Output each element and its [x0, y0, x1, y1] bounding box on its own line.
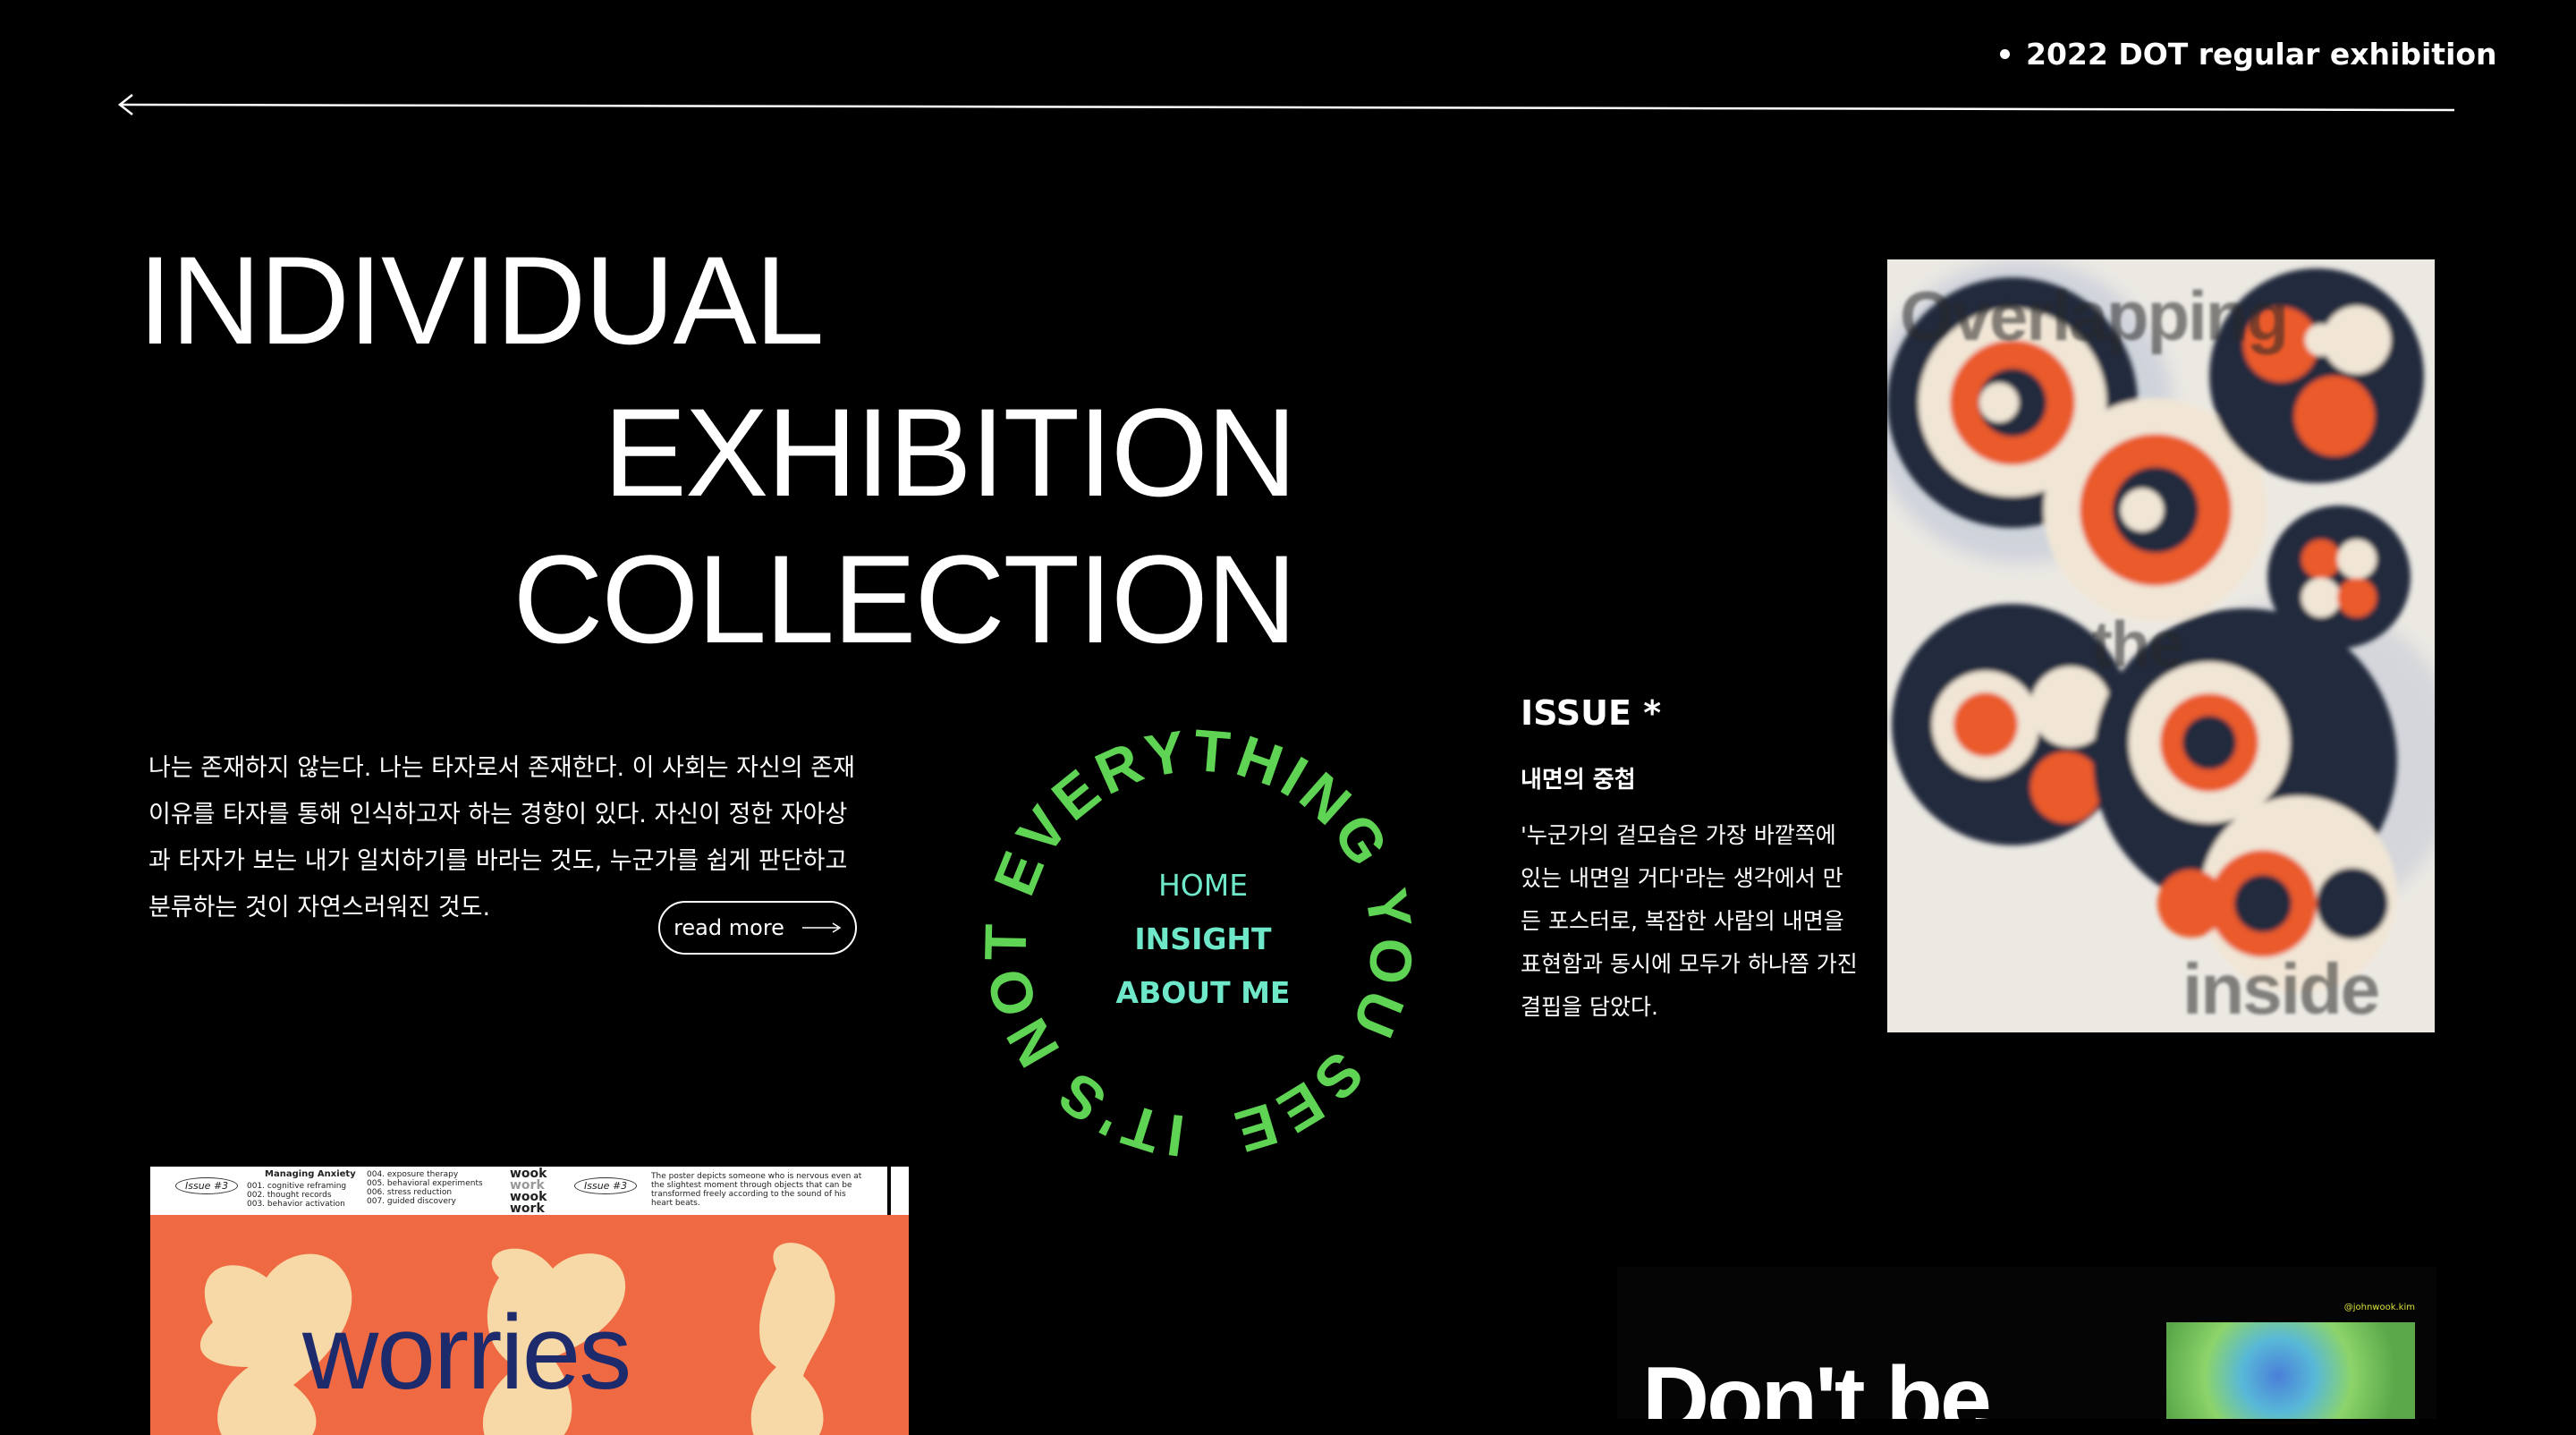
poster-overlapping-the-inside[interactable]: Overlapping the inside [1887, 259, 2435, 1032]
poster-headline: Don't be [1642, 1348, 1992, 1419]
poster-info-strip: Issue #3 Managing Anxiety 001. cognitive… [150, 1167, 909, 1215]
read-more-button[interactable]: read more [658, 901, 857, 955]
list-b-item: 005. behavioral experiments [367, 1179, 483, 1188]
poster-dont-be[interactable]: @johnwook.kim Don't be [1617, 1267, 2436, 1419]
issue-title: ISSUE * [1521, 693, 1662, 733]
list-b-item: 004. exposure therapy [367, 1170, 459, 1179]
title-line-3: COLLECTION [513, 529, 1297, 669]
poster-handle: @johnwook.kim [2343, 1303, 2415, 1312]
nav-about-me[interactable]: ABOUT ME [1116, 973, 1291, 1013]
poster-bottom-text: inside [2182, 949, 2380, 1029]
issue-pill-2: Issue #3 [574, 1177, 638, 1194]
list-a: 001. cognitive reframing 002. thought re… [247, 1182, 346, 1209]
wook-word: work [510, 1201, 545, 1216]
list-b-item: 007. guided discovery [367, 1197, 456, 1206]
list-a-item: 003. behavior activation [247, 1200, 345, 1209]
arrow-right-icon [801, 922, 842, 933]
back-arrow-icon[interactable] [118, 89, 2456, 125]
circle-nav: HOME INSIGHT ABOUT ME [1064, 866, 1342, 1013]
read-more-label: read more [674, 915, 784, 940]
poster-mid-text: the [2091, 609, 2184, 681]
exhibition-tag: 2022 DOT regular exhibition [2000, 34, 2497, 73]
nav-home[interactable]: HOME [1158, 866, 1248, 905]
title-line-1: INDIVIDUAL [138, 230, 825, 370]
poster-heading: Managing Anxiety [265, 1169, 356, 1179]
bullet-icon [2000, 48, 2010, 59]
title-line-2: EXHIBITION [603, 382, 1297, 522]
poster-image [2166, 1322, 2415, 1419]
poster-worries[interactable]: Issue #3 Managing Anxiety 001. cognitive… [150, 1167, 909, 1435]
issue-pill-1: Issue #3 [175, 1177, 239, 1194]
list-b-item: 006. stress reduction [367, 1188, 453, 1197]
list-b: 004. exposure therapy 005. behavioral ex… [367, 1170, 483, 1206]
wook-words: wook work wook work [510, 1168, 547, 1215]
poster-top-text: Overlapping [1900, 276, 2289, 355]
poster-side-text: The poster depicts someone who is nervou… [651, 1172, 862, 1208]
issue-description: '누군가의 겉모습은 가장 바깥쪽에 있는 내면일 거다'라는 생각에서 만든 … [1521, 822, 1858, 1020]
poster-divider [887, 1167, 891, 1215]
exhibition-tag-label: 2022 DOT regular exhibition [2026, 36, 2497, 72]
issue-subtitle: 내면의 중첩 [1521, 767, 1636, 794]
nav-insight[interactable]: INSIGHT [1134, 920, 1271, 959]
list-a-item: 001. cognitive reframing [247, 1182, 347, 1191]
list-a-item: 002. thought records [247, 1191, 332, 1200]
poster-word: worries [302, 1294, 631, 1412]
